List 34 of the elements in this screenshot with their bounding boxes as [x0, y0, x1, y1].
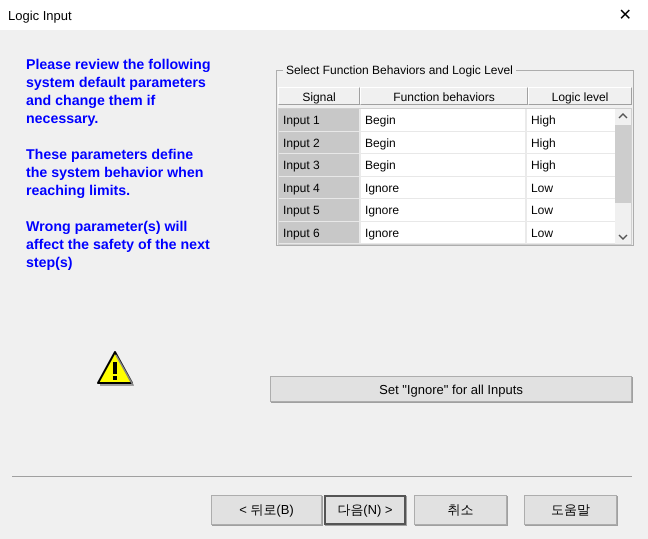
- table-cell: Input 2: [279, 132, 361, 154]
- wizard-button[interactable]: 다음(N) >: [324, 495, 406, 525]
- scrollbar[interactable]: [615, 109, 631, 244]
- group-title: Select Function Behaviors and Logic Level: [283, 63, 516, 77]
- table-cell: Input 6: [279, 222, 361, 244]
- table-cell[interactable]: Begin: [361, 154, 527, 176]
- instruction-text: Wrong parameter(s) will affect the safety of the next step(s): [26, 218, 211, 272]
- table-cell[interactable]: Low: [527, 222, 615, 244]
- column-header[interactable]: Function behaviors: [360, 87, 528, 105]
- wizard-button[interactable]: 도움말: [524, 495, 617, 525]
- table-cell: Input 3: [279, 154, 361, 176]
- table-cell: Input 4: [279, 176, 361, 199]
- column-header[interactable]: Logic level: [528, 87, 632, 105]
- table-cell: Input 1: [279, 109, 361, 132]
- wizard-button[interactable]: < 뒤로(B): [211, 495, 322, 525]
- set-ignore-button[interactable]: Set "Ignore" for all Inputs: [270, 376, 632, 402]
- scroll-thumb[interactable]: [615, 125, 631, 203]
- instruction-text: Please review the following system default parameters and change them if necessary.: [26, 56, 212, 128]
- table-cell[interactable]: Ignore: [361, 176, 527, 199]
- instruction-text: These parameters define the system behavior when reaching limits.: [26, 146, 204, 200]
- window-title: Logic Input: [8, 8, 72, 22]
- scroll-down-icon[interactable]: [618, 234, 628, 240]
- column-header[interactable]: Signal: [278, 87, 360, 105]
- scroll-up-icon[interactable]: [618, 113, 628, 119]
- table-cell[interactable]: Ignore: [361, 199, 527, 222]
- table-cell[interactable]: Begin: [361, 132, 527, 154]
- table-cell: Input 5: [279, 199, 361, 222]
- table-cell[interactable]: Begin: [361, 109, 527, 132]
- warning-icon: [96, 350, 134, 386]
- table-cell[interactable]: High: [527, 132, 615, 154]
- table-cell[interactable]: Ignore: [361, 222, 527, 244]
- wizard-button[interactable]: 취소: [414, 495, 507, 525]
- close-button[interactable]: ✕: [602, 0, 648, 30]
- table-cell[interactable]: Low: [527, 176, 615, 199]
